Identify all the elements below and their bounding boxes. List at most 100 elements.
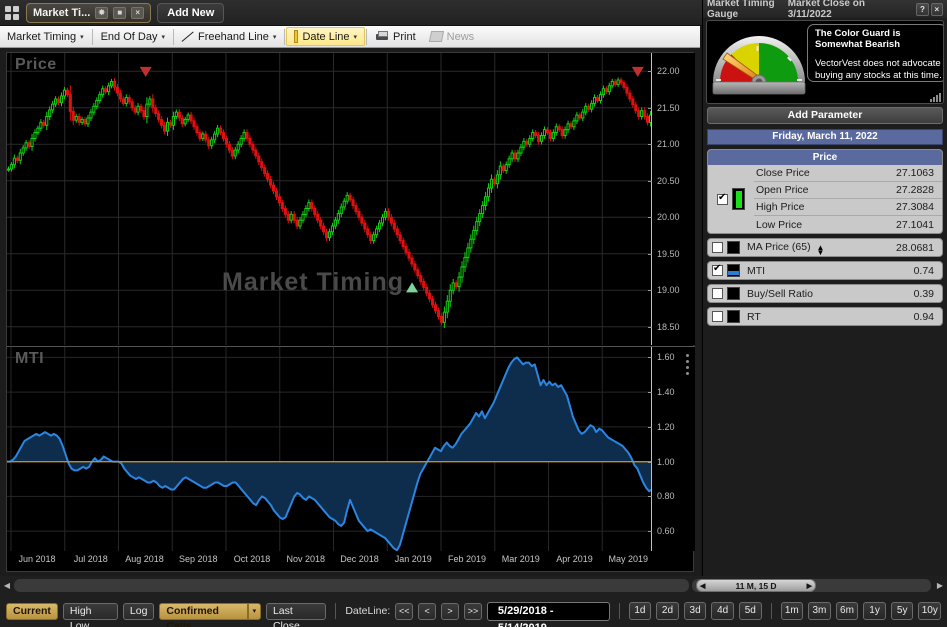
- toolbar-print[interactable]: Print: [368, 27, 423, 47]
- toolbar-end-of-day[interactable]: End Of Day ▾: [94, 27, 172, 47]
- price-y-tick: 20.00: [648, 212, 680, 222]
- period-6m[interactable]: 6m: [835, 602, 859, 620]
- period-1y[interactable]: 1y: [863, 602, 886, 620]
- x-axis: Jun 2018 Jul 2018 Aug 2018 Sep 2018 Oct 2018…: [7, 551, 695, 572]
- tab-market-timing[interactable]: Market Ti... ✸ ■ ×: [26, 2, 152, 23]
- panel-splitter-grip[interactable]: [683, 349, 692, 379]
- param-row-mti[interactable]: MTI 0.74: [707, 261, 943, 280]
- toolbar-date-line[interactable]: Date Line ▾: [286, 27, 366, 46]
- last-close-button[interactable]: Last Close: [265, 602, 327, 627]
- period-3m[interactable]: 3m: [808, 602, 831, 620]
- horizontal-scrollbar[interactable]: ◀ ◀ 11 M, 15 D ▶ ▶: [0, 576, 947, 595]
- dateline-last-button[interactable]: >>: [464, 602, 482, 620]
- mti-y-tick: 1.60: [648, 352, 675, 362]
- mti-axis-line: [651, 347, 652, 551]
- row-value: 27.1063: [896, 167, 934, 179]
- buy-sell-ratio-value: 0.39: [913, 287, 934, 300]
- scroll-track-right[interactable]: ◀ 11 M, 15 D ▶: [692, 579, 931, 592]
- param-row-rt[interactable]: RT 0.94: [707, 307, 943, 326]
- add-new-button[interactable]: Add New: [157, 2, 225, 23]
- period-10y[interactable]: 10y: [918, 602, 942, 620]
- bottom-divider: [335, 603, 337, 619]
- price-y-tick: 21.00: [648, 139, 680, 149]
- period-5d[interactable]: 5d: [738, 602, 762, 620]
- table-row[interactable]: Low Price 27.1041: [754, 216, 942, 233]
- x-tick: Jul 2018: [73, 554, 108, 564]
- mti-value: 0.74: [913, 264, 934, 277]
- price-group-checkbox[interactable]: [717, 192, 728, 205]
- grid-icon[interactable]: [4, 5, 20, 21]
- buy-sell-ratio-checkbox[interactable]: [712, 288, 723, 299]
- scroll-left-arrow-icon[interactable]: ◀: [0, 581, 14, 590]
- mti-panel[interactable]: MTI 1.60 1.40 1.20 1.00 0.80 0.60: [7, 346, 695, 551]
- x-tick: Feb 2019: [447, 554, 487, 564]
- period-5y[interactable]: 5y: [890, 602, 914, 620]
- confirmed-calls-group[interactable]: Confirmed Calls ▾: [159, 602, 261, 627]
- close-icon[interactable]: ×: [930, 2, 944, 16]
- toolbar-date-line-label: Date Line: [302, 30, 350, 43]
- confirmed-calls-button[interactable]: Confirmed Calls: [159, 602, 248, 627]
- price-axis-line: [651, 53, 652, 345]
- table-row[interactable]: Open Price 27.2828: [754, 182, 942, 199]
- ma-price-stepper[interactable]: ▲ ▼: [817, 243, 825, 256]
- tab-close-icon[interactable]: ×: [131, 6, 145, 19]
- ma-price-checkbox[interactable]: [712, 242, 723, 253]
- price-panel[interactable]: Price Market Timing 22.00 21.50 21.00 20.50…: [7, 53, 695, 345]
- current-button[interactable]: Current: [6, 602, 58, 620]
- mti-y-tick: 0.60: [648, 526, 675, 536]
- scroll-right-arrow-icon[interactable]: ▶: [933, 581, 947, 590]
- high-low-button[interactable]: High Low: [62, 602, 118, 627]
- x-tick: Mar 2019: [501, 554, 540, 564]
- help-icon[interactable]: ?: [916, 2, 929, 16]
- period-1d[interactable]: 1d: [628, 602, 652, 620]
- x-tick: May 2019: [608, 554, 649, 564]
- dateline-first-button[interactable]: <<: [395, 602, 414, 620]
- selected-date-label: Friday, March 11, 2022: [707, 129, 943, 145]
- scroll-track-left[interactable]: [14, 579, 689, 592]
- freehand-line-icon: [182, 31, 194, 43]
- toolbar-freehand-line[interactable]: Freehand Line ▾: [175, 27, 283, 47]
- dateline-prev-button[interactable]: <: [418, 602, 437, 620]
- resize-grip-icon[interactable]: [930, 93, 941, 102]
- ma-price-label: MA Price (65) ▲ ▼: [747, 240, 892, 257]
- toolbar-market-timing[interactable]: Market Timing ▾: [0, 27, 91, 47]
- rt-color-swatch[interactable]: [727, 310, 740, 323]
- add-parameter-button[interactable]: Add Parameter: [707, 107, 943, 124]
- param-row-ma-price[interactable]: MA Price (65) ▲ ▼ 28.0681: [707, 238, 943, 257]
- price-y-tick: 18.50: [648, 322, 680, 332]
- table-row[interactable]: Close Price 27.1063: [754, 165, 942, 182]
- scroll-thumb[interactable]: ◀ 11 M, 15 D ▶: [696, 579, 816, 592]
- thumb-right-arrow-icon[interactable]: ▶: [807, 582, 812, 590]
- date-range-field[interactable]: 5/29/2018 - 5/14/2019: [486, 601, 610, 627]
- thumb-left-arrow-icon[interactable]: ◀: [700, 582, 705, 590]
- mti-color-swatch[interactable]: [727, 264, 740, 277]
- buy-sell-ratio-color-swatch[interactable]: [727, 287, 740, 300]
- price-group-header: Price: [708, 150, 942, 165]
- toolbar-news[interactable]: News: [423, 27, 482, 47]
- tab-float-icon[interactable]: ✸: [95, 6, 109, 19]
- price-candle-swatch[interactable]: [732, 188, 745, 210]
- log-button[interactable]: Log: [122, 602, 155, 620]
- period-2d[interactable]: 2d: [656, 602, 679, 620]
- ma-price-color-swatch[interactable]: [727, 241, 740, 254]
- x-tick: Oct 2018: [233, 554, 271, 564]
- price-y-tick: 20.50: [648, 176, 680, 186]
- chevron-down-icon[interactable]: ▾: [247, 602, 261, 620]
- row-label: Close Price: [756, 167, 810, 179]
- chevron-down-icon: ▾: [80, 33, 84, 41]
- dateline-next-button[interactable]: >: [441, 602, 459, 620]
- rt-checkbox[interactable]: [712, 311, 723, 322]
- toolbar-freehand-line-label: Freehand Line: [197, 30, 269, 43]
- param-row-buy-sell-ratio[interactable]: Buy/Sell Ratio 0.39: [707, 284, 943, 303]
- period-1m[interactable]: 1m: [780, 602, 804, 620]
- table-row[interactable]: High Price 27.3084: [754, 199, 942, 216]
- chart-canvas[interactable]: Price Market Timing 22.00 21.50 21.00 20.50…: [6, 52, 695, 572]
- mti-checkbox[interactable]: [712, 263, 723, 276]
- chart-area: Price Market Timing 22.00 21.50 21.00 20.50…: [0, 48, 700, 576]
- ma-price-name: MA Price (65): [747, 240, 811, 253]
- mti-panel-title: MTI: [15, 350, 45, 367]
- gauge-pane-title: Market Timing Gauge: [707, 0, 775, 20]
- tab-maximize-icon[interactable]: ■: [113, 6, 127, 19]
- period-3d[interactable]: 3d: [683, 602, 707, 620]
- period-4d[interactable]: 4d: [711, 602, 734, 620]
